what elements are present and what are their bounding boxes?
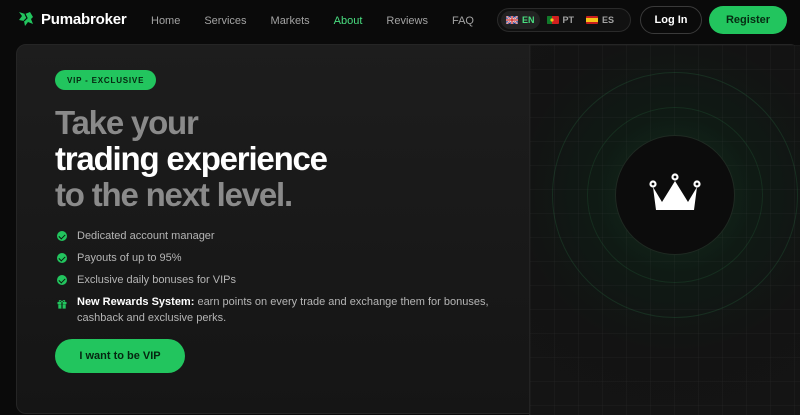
check-circle-icon xyxy=(57,275,67,285)
language-code: PT xyxy=(562,15,575,25)
spain-flag-icon xyxy=(586,16,599,24)
nav-item-faq[interactable]: FAQ xyxy=(452,14,474,28)
reward-title: New Rewards System: xyxy=(77,296,195,308)
nav-item-about[interactable]: About xyxy=(334,14,363,28)
login-button[interactable]: Log In xyxy=(640,6,702,34)
language-option-pt[interactable]: PT xyxy=(542,11,580,29)
vip-hero-card: VIP - EXCLUSIVE Take your trading experi… xyxy=(16,44,800,415)
register-button[interactable]: Register xyxy=(709,6,787,34)
language-option-en[interactable]: EN xyxy=(501,11,540,29)
list-item: Payouts of up to 95% xyxy=(57,247,497,269)
nav-item-markets[interactable]: Markets xyxy=(271,14,310,28)
language-code: EN xyxy=(522,15,535,25)
uk-flag-icon xyxy=(506,16,518,24)
list-item: Exclusive daily bonuses for VIPs xyxy=(57,269,497,291)
language-code: ES xyxy=(602,15,615,25)
top-navigation-bar: Pumabroker Home Services Markets About R… xyxy=(0,0,800,42)
portugal-flag-icon xyxy=(546,16,559,24)
nav-item-services[interactable]: Services xyxy=(204,14,246,28)
feature-text: Exclusive daily bonuses for VIPs xyxy=(77,274,236,286)
check-circle-icon xyxy=(57,253,67,263)
vip-illustration-panel xyxy=(529,45,800,415)
crown-icon xyxy=(649,173,701,210)
check-circle-icon xyxy=(57,231,67,241)
crown-emblem xyxy=(615,135,735,255)
language-option-es[interactable]: ES xyxy=(581,11,619,29)
nav-item-home[interactable]: Home xyxy=(151,14,180,28)
feature-text: Dedicated account manager xyxy=(77,230,215,242)
feature-text: Payouts of up to 95% xyxy=(77,252,182,264)
headline-line-3: to the next level. xyxy=(55,176,293,213)
puma-logo-icon xyxy=(19,12,33,26)
brand-logo[interactable]: Pumabroker xyxy=(16,9,127,29)
list-item: Dedicated account manager xyxy=(57,225,497,247)
vip-feature-list: Dedicated account manager Payouts of up … xyxy=(57,225,497,291)
reward-description: New Rewards System: earn points on every… xyxy=(77,294,497,326)
nav-item-reviews[interactable]: Reviews xyxy=(386,14,428,28)
headline-line-1: Take your xyxy=(55,104,199,141)
vip-exclusive-badge: VIP - EXCLUSIVE xyxy=(55,70,157,90)
brand-name: Pumabroker xyxy=(41,10,127,28)
language-switcher: EN PT ES xyxy=(497,8,631,32)
gift-icon xyxy=(57,300,67,309)
hero-headline: Take your trading experience to the next… xyxy=(55,105,495,213)
headline-line-2: trading experience xyxy=(55,140,328,177)
main-nav: Home Services Markets About Reviews FAQ xyxy=(151,14,498,28)
become-vip-button[interactable]: I want to be VIP xyxy=(55,339,185,373)
rewards-system-note: New Rewards System: earn points on every… xyxy=(57,294,497,326)
